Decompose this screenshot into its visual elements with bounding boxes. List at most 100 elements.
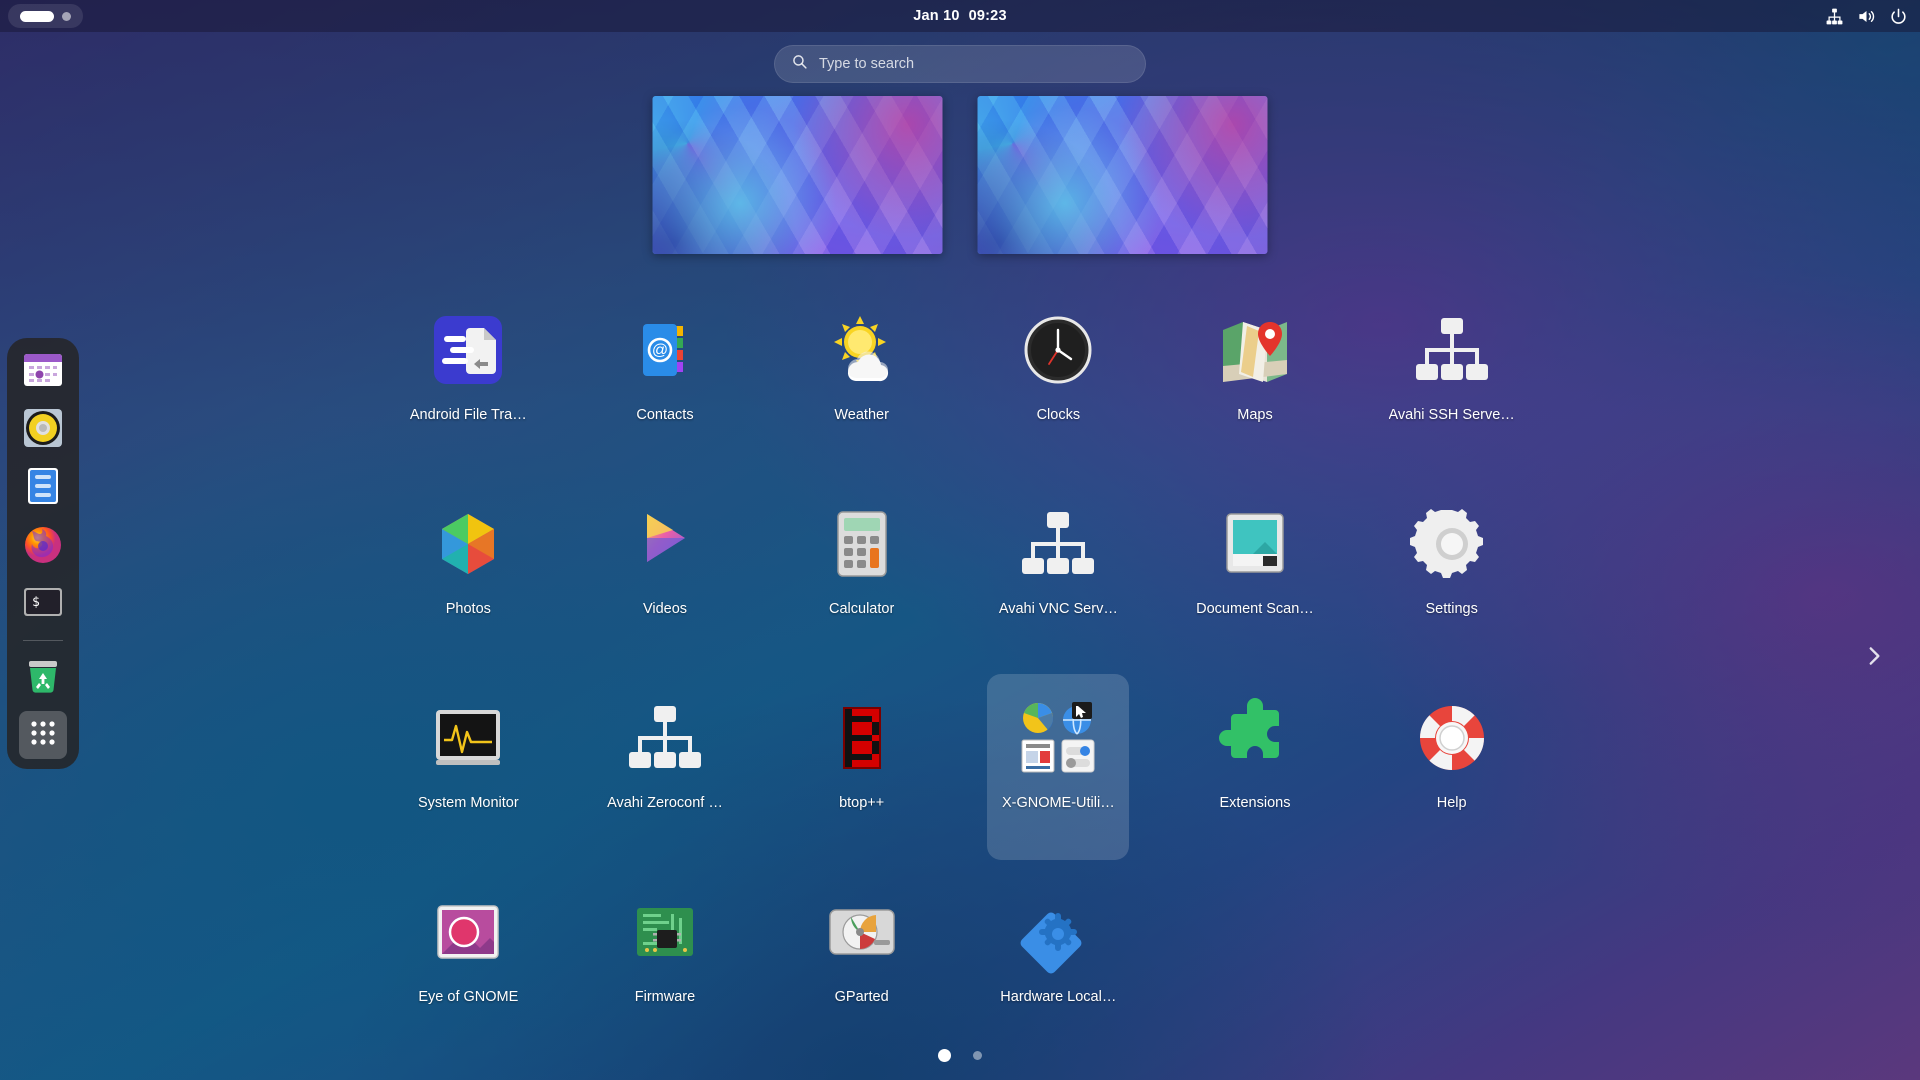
avahi-ssh-icon	[1404, 302, 1500, 398]
workspace-thumbnail-1[interactable]	[652, 96, 943, 254]
app-item-maps[interactable]: Maps	[1184, 286, 1326, 472]
app-item-videos[interactable]: Videos	[594, 480, 736, 666]
app-item-settings[interactable]: Settings	[1381, 480, 1523, 666]
eye-of-gnome-icon	[420, 884, 516, 980]
system-monitor-icon	[420, 690, 516, 786]
weather-icon	[814, 302, 910, 398]
app-item-avahi-zeroconf[interactable]: Avahi Zeroconf …	[594, 674, 736, 860]
app-item-system-monitor[interactable]: System Monitor	[397, 674, 539, 860]
maps-icon	[1207, 302, 1303, 398]
app-label: Weather	[834, 407, 889, 423]
app-label: GParted	[834, 989, 889, 1005]
app-grid-icon	[28, 718, 58, 753]
app-label: Videos	[642, 601, 688, 617]
next-page-button[interactable]	[1856, 640, 1892, 676]
app-item-android-file-transfer[interactable]: Android File Tra…	[397, 286, 539, 472]
app-item-firmware[interactable]: Firmware	[594, 868, 736, 1054]
page-indicator	[938, 1049, 982, 1062]
show-applications-button[interactable]	[19, 711, 67, 759]
app-item-gparted[interactable]: GParted	[791, 868, 933, 1054]
app-label: Eye of GNOME	[418, 989, 519, 1005]
workspace-indicator-inactive[interactable]	[62, 11, 71, 21]
svg-text:$: $	[32, 595, 40, 610]
network-wired-icon[interactable]	[1825, 7, 1844, 26]
workspace-thumbnail-2[interactable]	[977, 96, 1268, 254]
dock-item-firefox[interactable]	[19, 522, 67, 570]
app-label: Settings	[1425, 601, 1478, 617]
calculator-icon	[814, 496, 910, 592]
dock-item-files[interactable]	[19, 464, 67, 512]
avahi-vnc-icon	[1010, 496, 1106, 592]
workspace-indicator-active[interactable]	[20, 10, 54, 22]
app-label: Contacts	[636, 407, 694, 423]
hardware-localization-icon	[1010, 884, 1106, 980]
search-icon	[791, 53, 808, 75]
app-label: Calculator	[829, 601, 895, 617]
videos-icon	[617, 496, 713, 592]
gparted-icon	[814, 884, 910, 980]
svg-text:@: @	[652, 342, 668, 359]
page-dot-1[interactable]	[938, 1049, 951, 1062]
android-file-transfer-icon	[420, 302, 516, 398]
dock-item-trash[interactable]	[19, 653, 67, 701]
power-icon[interactable]	[1889, 7, 1908, 26]
app-label: Avahi VNC Serv…	[998, 601, 1118, 617]
app-label: X-GNOME-Utili…	[1001, 795, 1115, 811]
app-item-avahi-vnc-server[interactable]: Avahi VNC Serv…	[987, 480, 1129, 666]
app-label: btop++	[839, 795, 885, 811]
extensions-puzzle-icon	[1207, 690, 1303, 786]
search-area[interactable]: Type to search	[774, 45, 1146, 83]
app-item-hardware-localization[interactable]: Hardware Local…	[987, 868, 1129, 1054]
dock-item-rhythmbox[interactable]	[19, 406, 67, 454]
app-item-extensions[interactable]: Extensions	[1184, 674, 1326, 860]
dock-item-terminal[interactable]: $	[19, 580, 67, 628]
app-label: Avahi Zeroconf …	[607, 795, 723, 811]
avahi-zeroconf-icon	[617, 690, 713, 786]
app-item-avahi-ssh-server[interactable]: Avahi SSH Serve…	[1381, 286, 1523, 472]
clocks-icon	[1010, 302, 1106, 398]
chevron-right-icon	[1861, 643, 1887, 674]
app-item-photos[interactable]: Photos	[397, 480, 539, 666]
help-lifering-icon	[1404, 690, 1500, 786]
app-item-weather[interactable]: Weather	[791, 286, 933, 472]
app-label: Clocks	[1036, 407, 1081, 423]
folder-utilities-icon	[1010, 690, 1106, 786]
app-label: Document Scan…	[1196, 601, 1314, 617]
volume-icon[interactable]	[1857, 7, 1876, 26]
app-label: System Monitor	[417, 795, 519, 811]
settings-gear-icon	[1404, 496, 1500, 592]
app-item-eye-of-gnome[interactable]: Eye of GNOME	[397, 868, 539, 1054]
app-item-help[interactable]: Help	[1381, 674, 1523, 860]
app-label: Extensions	[1219, 795, 1291, 811]
application-grid: Android File Tra… @ Contacts Weather Clo…	[370, 286, 1550, 1054]
document-scanner-icon	[1207, 496, 1303, 592]
app-label: Android File Tra…	[409, 407, 527, 423]
app-label: Help	[1436, 795, 1467, 811]
clock-time: 09:23	[968, 8, 1007, 24]
contacts-icon: @	[617, 302, 713, 398]
firefox-icon	[21, 522, 65, 571]
clock-date: Jan 10	[913, 8, 960, 24]
app-label: Hardware Local…	[1000, 989, 1117, 1005]
dock-item-calendar[interactable]	[19, 348, 67, 396]
search-input[interactable]: Type to search	[774, 45, 1146, 83]
calendar-icon	[21, 348, 65, 397]
app-item-document-scanner[interactable]: Document Scan…	[1184, 480, 1326, 666]
photos-icon	[420, 496, 516, 592]
app-item-contacts[interactable]: @ Contacts	[594, 286, 736, 472]
app-label: Photos	[445, 601, 491, 617]
system-status-area[interactable]	[1825, 7, 1908, 26]
activities-button[interactable]	[8, 4, 83, 28]
clock-button[interactable]: Jan 10 09:23	[913, 8, 1006, 24]
app-item-btop[interactable]: btop++	[791, 674, 933, 860]
dock-separator	[23, 640, 63, 641]
app-item-x-gnome-utilities[interactable]: X-GNOME-Utili…	[987, 674, 1130, 860]
app-item-clocks[interactable]: Clocks	[987, 286, 1129, 472]
page-dot-2[interactable]	[973, 1051, 982, 1060]
workspace-thumbnails[interactable]	[652, 96, 1268, 254]
btop-icon	[814, 690, 910, 786]
terminal-icon: $	[21, 580, 65, 629]
file-manager-icon	[21, 464, 65, 513]
app-item-calculator[interactable]: Calculator	[791, 480, 933, 666]
firmware-icon	[617, 884, 713, 980]
